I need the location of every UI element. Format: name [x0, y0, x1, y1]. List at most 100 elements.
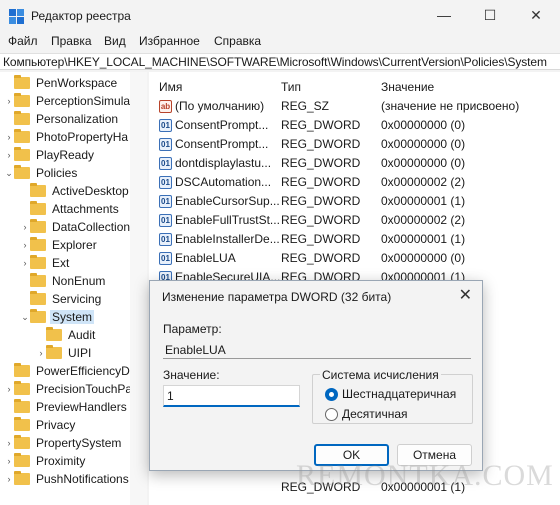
- dword-value-icon: 01: [159, 176, 172, 189]
- dword-value-icon: 01: [159, 214, 172, 227]
- watermark: REMONTKA.COM: [296, 459, 554, 492]
- value-row-enablelua[interactable]: 01 EnableLUA REG_DWORD 0x00000000 (0): [149, 249, 560, 268]
- tree-item[interactable]: › DataCollection: [20, 218, 132, 236]
- title-bar: Редактор реестра — ☐ ✕: [0, 0, 560, 32]
- value-row[interactable]: 01 EnableCursorSup... REG_DWORD 0x00000001 …: [149, 192, 560, 211]
- radio-decimal[interactable]: Десятичная: [325, 407, 408, 421]
- window-title: Редактор реестра: [31, 9, 131, 23]
- folder-icon: [14, 399, 30, 413]
- value-data-input[interactable]: 1: [163, 385, 300, 407]
- tree-item[interactable]: › PhotoPropertyHa: [4, 128, 130, 146]
- folder-icon: [14, 93, 30, 107]
- menu-favorites[interactable]: Избранное: [139, 34, 200, 48]
- expander-icon[interactable]: ›: [4, 150, 14, 160]
- tree-item[interactable]: NonEnum: [20, 272, 107, 290]
- folder-icon: [14, 471, 30, 485]
- expander-icon[interactable]: ⌄: [4, 168, 14, 179]
- expander-icon[interactable]: ›: [4, 96, 14, 106]
- tree-item[interactable]: Attachments: [20, 200, 121, 218]
- tree-item[interactable]: › PropertySystem: [4, 434, 123, 452]
- tree-item[interactable]: PowerEfficiencyD: [4, 362, 132, 380]
- radio-hexadecimal[interactable]: Шестнадцатеричная: [325, 387, 456, 401]
- folder-icon: [30, 273, 46, 287]
- value-row[interactable]: 01 EnableFullTrustSt... REG_DWORD 0x0000000…: [149, 211, 560, 230]
- menu-help[interactable]: Справка: [214, 34, 261, 48]
- base-group-label: Система исчисления: [320, 368, 441, 382]
- expander-icon[interactable]: ›: [20, 258, 30, 268]
- registry-editor-icon: [9, 9, 24, 24]
- folder-icon: [14, 363, 30, 377]
- expander-icon[interactable]: ›: [36, 348, 46, 358]
- name-label: Параметр:: [163, 322, 222, 336]
- expander-icon[interactable]: ›: [4, 474, 14, 484]
- expander-icon[interactable]: ⌄: [20, 312, 30, 323]
- tree-item[interactable]: ActiveDesktop: [20, 182, 131, 200]
- tree-item[interactable]: › PrecisionTouchPa: [4, 380, 134, 398]
- menu-edit[interactable]: Правка: [51, 34, 92, 48]
- folder-icon: [14, 111, 30, 125]
- tree-item-system-selected[interactable]: ⌄ System: [20, 308, 95, 326]
- folder-icon: [14, 129, 30, 143]
- dword-value-icon: 01: [159, 195, 172, 208]
- tree-item[interactable]: Personalization: [4, 110, 120, 128]
- expander-icon[interactable]: ›: [20, 222, 30, 232]
- tree-item[interactable]: › Explorer: [20, 236, 99, 254]
- expander-icon[interactable]: ›: [4, 132, 14, 142]
- radio-checked-icon[interactable]: [325, 387, 338, 401]
- expander-icon[interactable]: ›: [4, 384, 14, 394]
- folder-icon: [30, 255, 46, 269]
- minimize-button[interactable]: —: [421, 0, 467, 30]
- tree-item[interactable]: › PlayReady: [4, 146, 96, 164]
- string-value-icon: ab: [159, 100, 172, 113]
- dword-value-icon: 01: [159, 157, 172, 170]
- expander-icon[interactable]: ›: [20, 240, 30, 250]
- value-name-field: EnableLUA: [163, 341, 471, 359]
- tree-item[interactable]: PenWorkspace: [4, 74, 119, 92]
- value-row[interactable]: 01 dontdisplaylastu... REG_DWORD 0x00000000…: [149, 154, 560, 173]
- close-window-button[interactable]: ✕: [513, 0, 559, 30]
- expander-icon[interactable]: ›: [4, 438, 14, 448]
- address-path[interactable]: Компьютер\HKEY_LOCAL_MACHINE\SOFTWARE\Mi…: [3, 55, 547, 69]
- folder-icon: [30, 183, 46, 197]
- dword-value-icon: 01: [159, 233, 172, 246]
- tree-item[interactable]: Privacy: [4, 416, 77, 434]
- menu-view[interactable]: Вид: [104, 34, 126, 48]
- column-name[interactable]: Имя: [159, 80, 182, 94]
- folder-icon: [30, 201, 46, 215]
- value-row[interactable]: ab (По умолчанию) REG_SZ (значение не присв…: [149, 97, 560, 116]
- menu-file[interactable]: Файл: [8, 34, 38, 48]
- folder-icon: [30, 291, 46, 305]
- folder-icon: [14, 381, 30, 395]
- value-row[interactable]: 01 ConsentPrompt... REG_DWORD 0x00000000 (0…: [149, 116, 560, 135]
- value-row[interactable]: 01 EnableInstallerDe... REG_DWORD 0x0000000…: [149, 230, 560, 249]
- tree-scrollbar[interactable]: [130, 72, 147, 505]
- folder-icon: [14, 453, 30, 467]
- tree-item[interactable]: › Ext: [20, 254, 71, 272]
- tree-item[interactable]: › Proximity: [4, 452, 87, 470]
- folder-icon: [46, 345, 62, 359]
- tree-item-policies[interactable]: ⌄ Policies: [4, 164, 79, 182]
- column-value[interactable]: Значение: [381, 80, 434, 94]
- value-row[interactable]: 01 ConsentPrompt... REG_DWORD 0x00000000 (0…: [149, 135, 560, 154]
- tree-item[interactable]: Servicing: [20, 290, 103, 308]
- tree-item[interactable]: › UIPI: [36, 344, 93, 362]
- value-row[interactable]: 01 DSCAutomation... REG_DWORD 0x00000002 (2…: [149, 173, 560, 192]
- tree-item[interactable]: PreviewHandlers: [4, 398, 129, 416]
- folder-icon: [14, 417, 30, 431]
- maximize-button[interactable]: ☐: [467, 0, 513, 30]
- value-label: Значение:: [163, 368, 220, 382]
- tree-item[interactable]: › PushNotifications: [4, 470, 131, 488]
- folder-icon: [14, 435, 30, 449]
- radio-unchecked-icon[interactable]: [325, 407, 338, 421]
- folder-icon: [14, 165, 30, 179]
- folder-open-icon: [30, 309, 46, 323]
- folder-icon: [30, 219, 46, 233]
- address-bar[interactable]: Компьютер\HKEY_LOCAL_MACHINE\SOFTWARE\Mi…: [0, 53, 560, 70]
- column-type[interactable]: Тип: [281, 80, 301, 94]
- expander-icon[interactable]: ›: [4, 456, 14, 466]
- tree-item[interactable]: Audit: [36, 326, 97, 344]
- dialog-close-icon[interactable]: ✕: [459, 285, 472, 305]
- menu-bar: Файл Правка Вид Избранное Справка: [0, 32, 560, 52]
- dword-value-icon: 01: [159, 252, 172, 265]
- tree-item[interactable]: › PerceptionSimula: [4, 92, 132, 110]
